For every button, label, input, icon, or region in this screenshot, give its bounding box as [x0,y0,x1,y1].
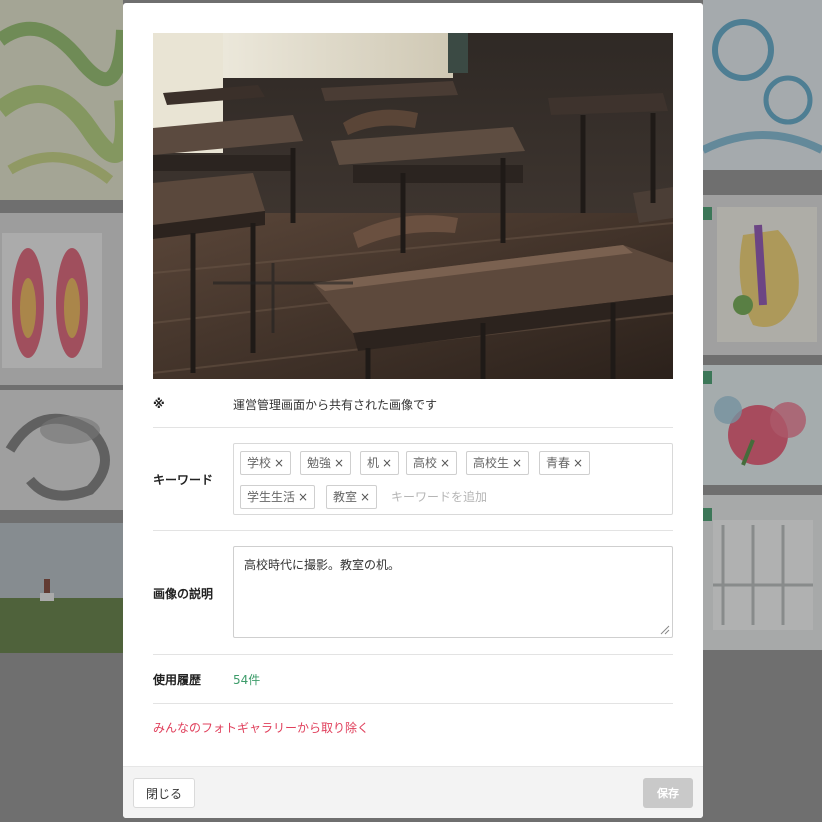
remove-tag-icon[interactable]: × [360,490,370,504]
remove-tag-icon[interactable]: × [440,456,450,470]
remove-tag-icon[interactable]: × [573,456,583,470]
remove-from-gallery-link[interactable]: みんなのフォトギャラリーから取り除く [153,719,369,736]
keyword-tag: 高校生 × [466,451,530,475]
keyword-input[interactable] [389,485,663,509]
keyword-tag: 高校 × [406,451,458,475]
resize-handle-icon[interactable] [660,625,670,635]
tag-label: 机 [367,456,380,470]
save-button[interactable]: 保存 [643,778,693,808]
usage-label: 使用履歴 [153,673,202,687]
remove-tag-icon[interactable]: × [298,490,308,504]
keyword-tag-box[interactable]: 学校 × 勉強 × 机 × 高校 × 高校生 × 青春 × 学生生活 × 教室 × [233,443,673,515]
tag-label: 高校生 [473,456,510,470]
divider [153,654,673,655]
keyword-tag: 青春 × [539,451,591,475]
image-detail-modal: ※ 運営管理画面から共有された画像です キーワード 学校 × 勉強 × 机 × 高校 ×… [123,3,703,818]
usage-count-link[interactable]: 54件 [233,671,260,688]
remove-tag-icon[interactable]: × [382,456,392,470]
tag-label: 学校 [247,456,272,470]
tag-label: 学生生活 [247,490,296,504]
keywords-label: キーワード [153,473,214,487]
notice-text: 運営管理画面から共有された画像です [233,398,438,412]
divider [153,530,673,531]
modal-footer: 閉じる 保存 [123,766,703,818]
keyword-tag: 学校 × [240,451,292,475]
usage-row: 使用履歴 [153,671,673,687]
notice-row: ※ 運営管理画面から共有された画像です [153,396,673,412]
notice-label: ※ [153,397,165,411]
description-label: 画像の説明 [153,587,214,601]
remove-tag-icon[interactable]: × [512,456,522,470]
description-textarea[interactable]: 高校時代に撮影。教室の机。 [233,546,673,638]
divider [153,427,673,428]
tag-label: 教室 [333,490,358,504]
tag-label: 勉強 [307,456,332,470]
keyword-tag: 学生生活 × [240,485,316,509]
keyword-tag: 教室 × [326,485,378,509]
remove-tag-icon[interactable]: × [274,456,284,470]
tag-label: 高校 [413,456,438,470]
divider [153,703,673,704]
keyword-tag: 勉強 × [300,451,352,475]
keyword-tag: 机 × [360,451,400,475]
remove-tag-icon[interactable]: × [334,456,344,470]
close-button[interactable]: 閉じる [133,778,195,808]
image-preview [153,33,673,379]
tag-label: 青春 [546,456,571,470]
